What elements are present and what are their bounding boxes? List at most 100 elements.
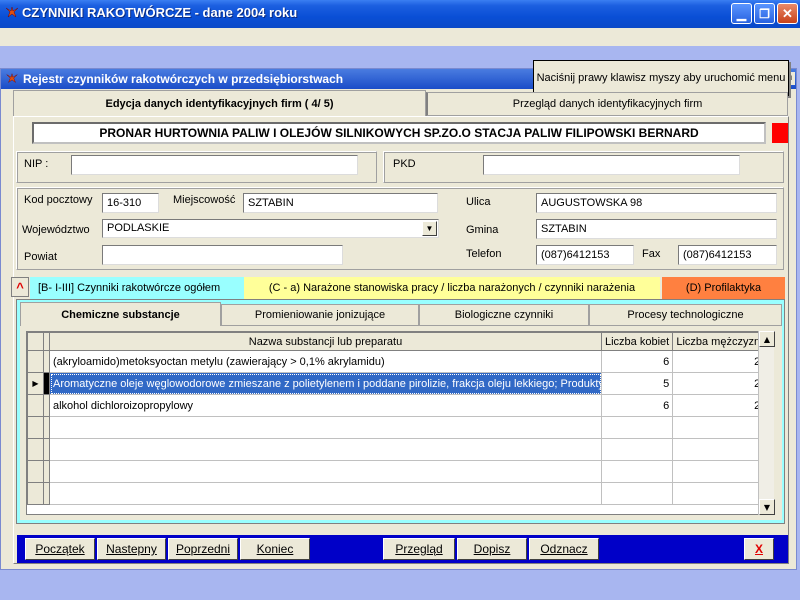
street-field[interactable]: AUGUSTOWSKA 98 [536, 193, 777, 213]
men-count-cell[interactable]: 2 [672, 394, 765, 417]
empty-cell[interactable] [672, 460, 765, 483]
context-menu-hint: Naciśnij prawy klawisz myszy aby uruchom… [533, 60, 789, 96]
column-header-women[interactable]: Liczba kobiet [600, 332, 674, 351]
empty-cell[interactable] [600, 482, 674, 505]
tab-carcinogens-total[interactable]: [B- I-III] Czynniki rakotwórcze ogółem [30, 277, 244, 299]
men-count-cell[interactable]: 2 [672, 350, 765, 373]
men-count-cell[interactable]: 2 [672, 372, 765, 395]
postal-code-field[interactable]: 16-310 [102, 193, 159, 213]
empty-cell[interactable] [49, 438, 602, 461]
voivodeship-label: Województwo [22, 224, 90, 236]
status-indicator [772, 123, 788, 143]
restore-button[interactable]: ❐ [754, 3, 775, 24]
voivodeship-value: PODLASKIE [107, 222, 170, 234]
nip-field[interactable] [71, 155, 358, 175]
tab-exposed-positions[interactable]: (C - a) Narażone stanowiska pracy / licz… [244, 277, 660, 299]
chevron-down-icon[interactable]: ▼ [422, 221, 437, 236]
substance-name-cell[interactable]: (akryloamido)metoksyoctan metylu (zawier… [49, 350, 602, 373]
register-window-icon [6, 73, 18, 84]
street-label: Ulica [466, 196, 491, 208]
browse-button[interactable]: Przegląd [383, 538, 455, 560]
tab-technological-processes[interactable]: Procesy technologiczne [589, 304, 782, 326]
previous-record-button[interactable]: Poprzedni [168, 538, 238, 560]
app-icon [5, 6, 19, 18]
table-row-empty[interactable] [27, 482, 765, 505]
tab-ionizing-radiation[interactable]: Promieniowanie jonizujące [221, 304, 419, 326]
city-field[interactable]: SZTABIN [243, 193, 438, 213]
row-pointer-icon: ▶ [32, 379, 39, 388]
menu-bar [0, 28, 800, 46]
commune-field[interactable]: SZTABIN [536, 219, 777, 239]
county-label: Powiat [24, 251, 58, 263]
empty-cell[interactable] [49, 416, 602, 439]
column-header-men[interactable]: Liczba mężczyzn [672, 332, 765, 351]
fax-label: Fax [642, 248, 661, 260]
phone-label: Telefon [466, 248, 502, 260]
scroll-down-icon[interactable]: ▼ [759, 499, 775, 515]
deselect-button[interactable]: Odznacz [529, 538, 599, 560]
women-count-cell[interactable]: 5 [600, 372, 674, 395]
add-button[interactable]: Dopisz [457, 538, 527, 560]
minimize-icon: ▁ [736, 6, 747, 21]
pkd-label: PKD [393, 158, 416, 170]
substances-grid[interactable]: Nazwa substancji lub preparatu Liczba ko… [26, 331, 774, 515]
grid-vertical-scrollbar[interactable]: ▲ ▼ [758, 331, 775, 515]
city-label: Miejscowość [173, 194, 236, 206]
table-row[interactable]: alkohol dichloroizopropylowy 6 2 [27, 394, 765, 417]
table-row-empty[interactable] [27, 460, 765, 483]
tab-chemical-substances[interactable]: Chemiczne substancje [20, 302, 221, 326]
county-field[interactable] [102, 245, 343, 265]
tab-browse-firm-data[interactable]: Przegląd danych identyfikacyjnych firm [426, 92, 788, 116]
substance-name-cell[interactable]: alkohol dichloroizopropylowy [49, 394, 602, 417]
caret-up-icon: ^ [16, 279, 24, 295]
last-record-button[interactable]: Koniec [240, 538, 310, 560]
empty-cell[interactable] [672, 482, 765, 505]
current-row-indicator[interactable]: ▶ [27, 372, 44, 395]
app-title-bar[interactable]: CZYNNIKI RAKOTWÓRCZE - dane 2004 roku ▁ … [0, 0, 800, 28]
phone-field[interactable]: (087)6412153 [536, 245, 634, 265]
first-record-button[interactable]: Początek [25, 538, 95, 560]
scroll-up-icon[interactable]: ▲ [759, 331, 775, 347]
commune-label: Gmina [466, 224, 499, 236]
empty-cell[interactable] [600, 416, 674, 439]
fax-field[interactable]: (087)6412153 [678, 245, 777, 265]
firm-name-field[interactable]: PRONAR HURTOWNIA PALIW I OLEJÓW SILNIKOW… [32, 122, 766, 144]
table-row-empty[interactable] [27, 416, 765, 439]
close-form-button[interactable]: X [744, 538, 774, 560]
close-icon: ✕ [782, 5, 793, 21]
empty-cell[interactable] [672, 416, 765, 439]
empty-cell[interactable] [672, 438, 765, 461]
row-indicator[interactable] [27, 350, 44, 373]
tab-edit-firm-data[interactable]: Edycja danych identyfikacyjnych firm ( 4… [13, 90, 426, 116]
row-indicator [27, 438, 44, 461]
nip-label: NIP : [24, 158, 49, 170]
minimize-button[interactable]: ▁ [731, 3, 752, 24]
browse-button-label: Przegląd [395, 542, 443, 556]
grid-header-row: Nazwa substancji lub preparatu Liczba ko… [27, 332, 765, 351]
column-header-substance[interactable]: Nazwa substancji lub preparatu [49, 332, 602, 351]
row-indicator[interactable] [27, 394, 44, 417]
women-count-cell[interactable]: 6 [600, 350, 674, 373]
next-record-button[interactable]: Nastepny [97, 538, 166, 560]
table-row[interactable]: (akryloamido)metoksyoctan metylu (zawier… [27, 350, 765, 373]
pkd-field[interactable] [483, 155, 740, 175]
row-indicator [27, 460, 44, 483]
substance-name-cell[interactable]: Aromatyczne oleje węglowodorowe zmieszan… [49, 372, 602, 395]
collapse-toggle-button[interactable]: ^ [11, 277, 29, 297]
voivodeship-select[interactable]: PODLASKIE ▼ [102, 219, 439, 238]
women-count-cell[interactable]: 6 [600, 394, 674, 417]
postal-code-label: Kod pocztowy [24, 194, 93, 206]
restore-icon: ❐ [759, 6, 770, 21]
empty-cell[interactable] [49, 460, 602, 483]
row-indicator [27, 482, 44, 505]
tab-biological-agents[interactable]: Biologiczne czynniki [419, 304, 589, 326]
tab-prophylaxis[interactable]: (D) Profilaktyka [662, 277, 785, 299]
register-window-title: Rejestr czynników rakotwórczych w przeds… [23, 72, 344, 86]
close-window-button[interactable]: ✕ [777, 3, 798, 24]
table-row-selected[interactable]: ▶ Aromatyczne oleje węglowodorowe zmiesz… [27, 372, 765, 395]
app-title: CZYNNIKI RAKOTWÓRCZE - dane 2004 roku [22, 5, 298, 20]
empty-cell[interactable] [600, 438, 674, 461]
empty-cell[interactable] [600, 460, 674, 483]
table-row-empty[interactable] [27, 438, 765, 461]
empty-cell[interactable] [49, 482, 602, 505]
